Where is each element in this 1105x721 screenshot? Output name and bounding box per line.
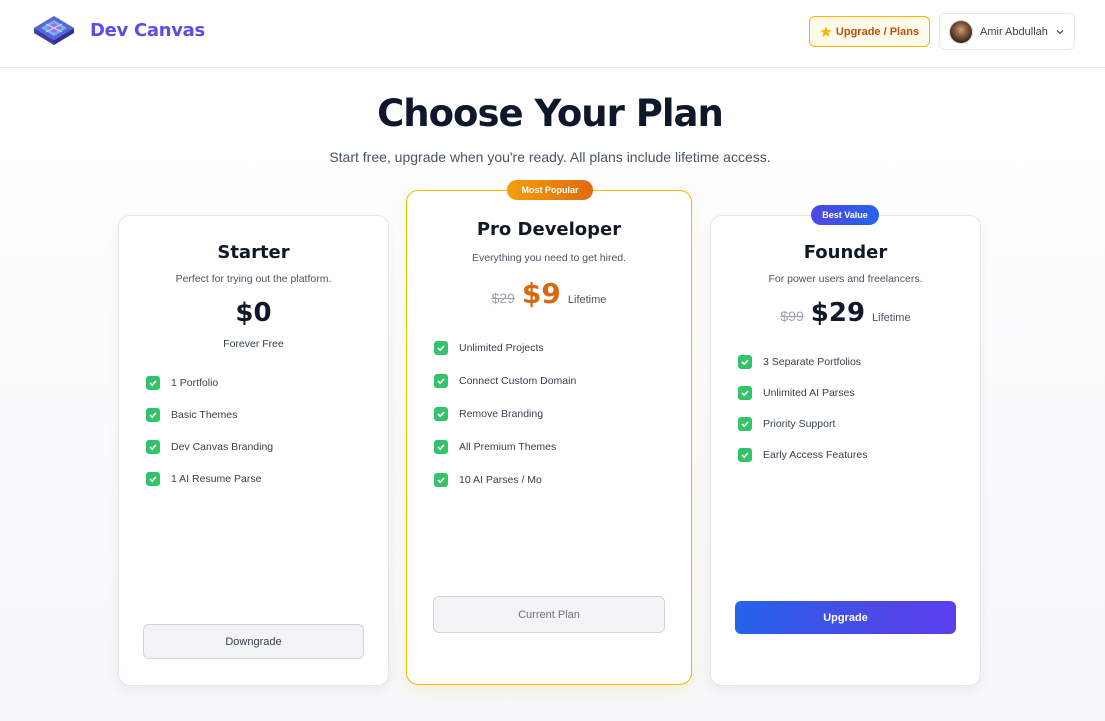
check-icon <box>146 440 160 454</box>
logo-icon[interactable] <box>32 14 76 48</box>
feature-item: 1 Portfolio <box>146 375 273 391</box>
plan-name: Starter <box>217 242 290 263</box>
check-icon <box>738 448 752 462</box>
feature-item: 1 AI Resume Parse <box>146 471 273 487</box>
feature-label: Priority Support <box>763 418 836 430</box>
feature-label: Unlimited Projects <box>459 342 544 354</box>
feature-list: 1 Portfolio Basic Themes Dev Canvas Bran… <box>146 375 273 487</box>
feature-item: 10 AI Parses / Mo <box>434 472 576 488</box>
downgrade-button[interactable]: Downgrade <box>143 624 364 659</box>
feature-label: 1 Portfolio <box>171 377 219 389</box>
user-name: Amir Abdullah <box>980 25 1048 38</box>
price-suffix: Lifetime <box>872 312 911 324</box>
plan-description: For power users and freelancers. <box>768 273 923 285</box>
check-icon <box>146 408 160 422</box>
page-title: Choose Your Plan <box>377 92 724 135</box>
feature-item: Remove Branding <box>434 406 576 422</box>
price-note: Forever Free <box>223 338 284 350</box>
feature-label: 10 AI Parses / Mo <box>459 474 542 486</box>
chevron-down-icon <box>1056 29 1064 34</box>
feature-item: 3 Separate Portfolios <box>738 354 867 370</box>
top-navbar: Dev Canvas Upgrade / Plans Amir Abdullah <box>0 0 1105 68</box>
feature-item: Early Access Features <box>738 447 867 463</box>
star-icon <box>820 26 832 37</box>
feature-list: Unlimited Projects Connect Custom Domain… <box>434 340 576 488</box>
check-icon <box>146 472 160 486</box>
plan-description: Perfect for trying out the platform. <box>175 273 332 285</box>
plan-card-starter: Starter Perfect for trying out the platf… <box>118 215 389 686</box>
feature-item: All Premium Themes <box>434 439 576 455</box>
check-icon <box>434 374 448 388</box>
plan-card-pro: Most Popular Pro Developer Everything yo… <box>406 180 692 685</box>
feature-item: Dev Canvas Branding <box>146 439 273 455</box>
feature-item: Basic Themes <box>146 407 273 423</box>
feature-list: 3 Separate Portfolios Unlimited AI Parse… <box>738 354 867 463</box>
price: $29 <box>810 298 866 328</box>
best-value-badge: Best Value <box>811 205 879 225</box>
old-price: $29 <box>491 290 515 306</box>
check-icon <box>434 473 448 487</box>
feature-label: Unlimited AI Parses <box>763 387 855 399</box>
feature-label: Basic Themes <box>171 409 238 421</box>
current-plan-button[interactable]: Current Plan <box>433 596 665 633</box>
price: $0 <box>235 298 272 328</box>
price-row: $0 <box>119 298 388 328</box>
check-icon <box>738 417 752 431</box>
user-menu[interactable]: Amir Abdullah <box>939 13 1075 50</box>
plan-description: Everything you need to get hired. <box>471 252 627 264</box>
feature-label: Dev Canvas Branding <box>171 441 274 453</box>
brand-name[interactable]: Dev Canvas <box>90 20 205 41</box>
feature-item: Connect Custom Domain <box>434 373 576 389</box>
check-icon <box>738 355 752 369</box>
page-subtitle: Start free, upgrade when you're ready. A… <box>329 149 771 165</box>
feature-label: All Premium Themes <box>459 441 557 453</box>
upgrade-button[interactable]: Upgrade <box>735 601 956 634</box>
plan-name: Pro Developer <box>476 219 622 240</box>
check-icon <box>146 376 160 390</box>
price: $9 <box>521 277 561 310</box>
upgrade-plans-label: Upgrade / Plans <box>835 25 920 38</box>
most-popular-badge: Most Popular <box>507 180 593 200</box>
check-icon <box>434 440 448 454</box>
feature-label: 3 Separate Portfolios <box>763 356 862 368</box>
feature-label: Early Access Features <box>763 449 868 461</box>
feature-item: Unlimited Projects <box>434 340 576 356</box>
feature-label: 1 AI Resume Parse <box>171 473 262 485</box>
check-icon <box>434 407 448 421</box>
price-row: $99 $29 Lifetime <box>711 298 980 328</box>
plan-name: Founder <box>803 242 888 263</box>
price-row: $29 $9 Lifetime <box>407 277 691 310</box>
price-suffix: Lifetime <box>567 294 607 306</box>
avatar <box>949 19 973 44</box>
upgrade-plans-button[interactable]: Upgrade / Plans <box>809 16 930 47</box>
feature-label: Remove Branding <box>459 408 544 420</box>
plan-card-founder: Best Value Founder For power users and f… <box>710 205 981 686</box>
feature-item: Unlimited AI Parses <box>738 385 867 401</box>
feature-item: Priority Support <box>738 416 867 432</box>
check-icon <box>434 341 448 355</box>
feature-label: Connect Custom Domain <box>459 375 577 387</box>
check-icon <box>738 386 752 400</box>
old-price: $99 <box>780 308 804 324</box>
